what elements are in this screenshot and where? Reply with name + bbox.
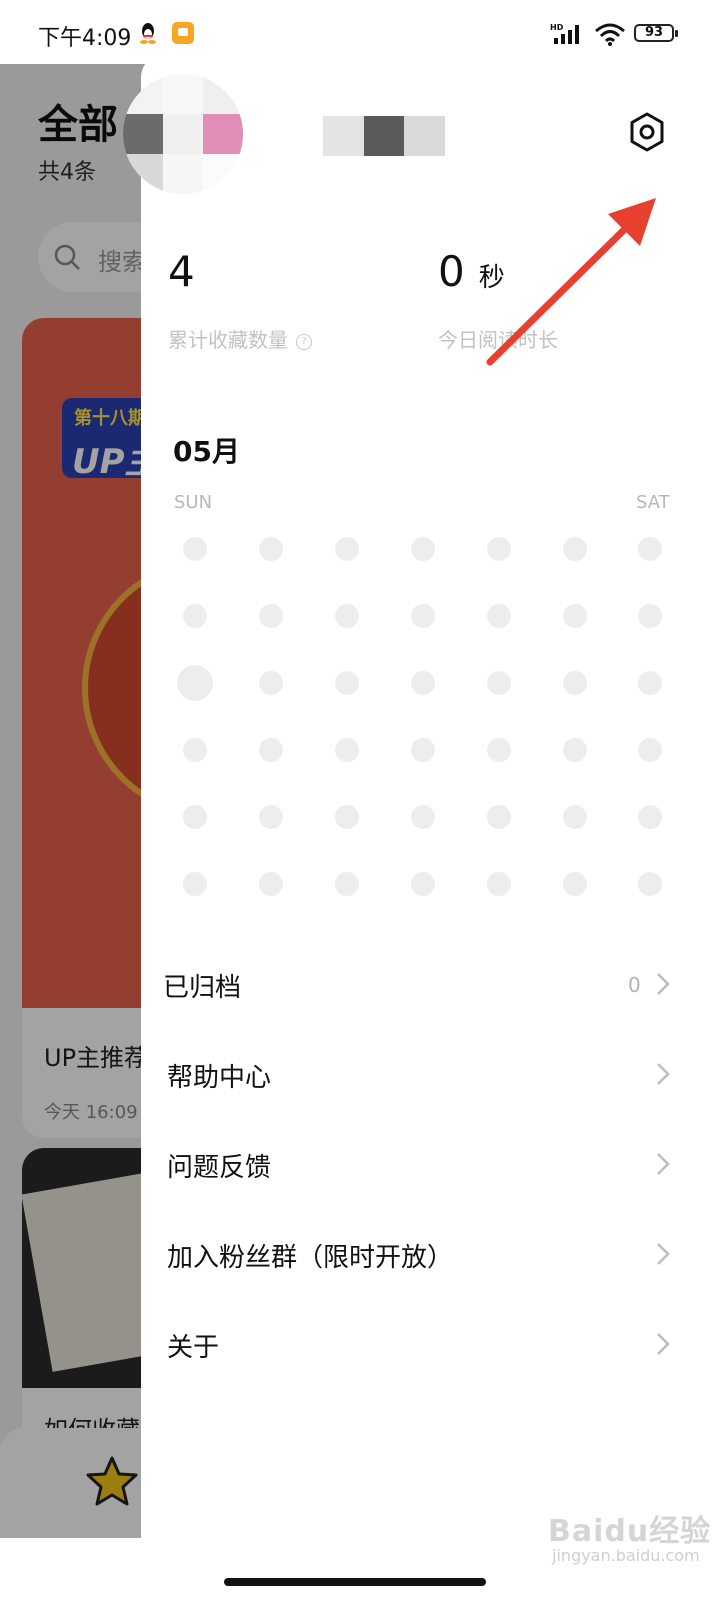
chevron-right-icon — [657, 973, 670, 995]
calendar-day[interactable] — [334, 805, 359, 829]
calendar-day[interactable] — [486, 738, 511, 762]
calendar-day[interactable] — [562, 537, 587, 561]
menu-item[interactable]: 已归档 0 — [141, 949, 720, 1019]
calendar-day[interactable] — [334, 872, 359, 896]
app-notification-icon — [172, 22, 194, 44]
calendar-day[interactable] — [410, 604, 435, 628]
calendar-day[interactable] — [562, 805, 587, 829]
menu-item[interactable]: 加入粉丝群（限时开放） — [141, 1219, 720, 1289]
calendar-day[interactable] — [258, 738, 283, 762]
stat-value: 0 — [438, 247, 465, 296]
chevron-right-icon — [657, 1333, 670, 1355]
calendar-day[interactable] — [258, 872, 283, 896]
menu-item-count: 0 — [628, 973, 641, 997]
calendar-day[interactable] — [258, 604, 283, 628]
calendar-day[interactable] — [258, 805, 283, 829]
calendar-day[interactable] — [410, 671, 435, 695]
calendar-last-day: SAT — [636, 492, 670, 513]
calendar-day[interactable] — [183, 738, 207, 762]
wifi-icon — [595, 23, 625, 46]
calendar-day[interactable] — [486, 671, 511, 695]
stat-value: 4 — [168, 247, 195, 296]
calendar-day[interactable] — [334, 537, 359, 561]
calendar-day[interactable] — [183, 537, 207, 561]
calendar-day[interactable] — [334, 604, 359, 628]
calendar-day[interactable] — [410, 805, 435, 829]
calendar-first-day: SUN — [174, 492, 213, 513]
calendar-day[interactable] — [410, 872, 435, 896]
calendar-day[interactable] — [562, 738, 587, 762]
annotation-arrow-icon — [486, 198, 656, 366]
home-indicator[interactable] — [224, 1578, 486, 1586]
calendar-day[interactable] — [486, 537, 511, 561]
chevron-right-icon — [657, 1243, 670, 1265]
calendar-day[interactable] — [183, 805, 207, 829]
menu-item[interactable]: 关于 — [141, 1309, 720, 1379]
menu-item[interactable]: 问题反馈 — [141, 1129, 720, 1199]
calendar-day[interactable] — [183, 872, 207, 896]
calendar-day[interactable] — [638, 537, 663, 561]
qq-icon — [140, 23, 156, 44]
chevron-right-icon — [657, 1153, 670, 1175]
calendar-day[interactable] — [638, 671, 663, 695]
svg-text:HD: HD — [550, 23, 564, 32]
menu-item-label: 帮助中心 — [167, 1063, 272, 1093]
calendar-day[interactable] — [638, 738, 663, 762]
stat-label: 累计收藏数量 — [168, 328, 288, 352]
menu-item[interactable]: 帮助中心 — [141, 1039, 720, 1109]
calendar-day[interactable] — [638, 805, 663, 829]
calendar-day[interactable] — [410, 537, 435, 561]
stat-favorites: 4 累计收藏数量? — [168, 250, 312, 353]
calendar-month: 05月 — [173, 435, 240, 468]
calendar-day[interactable] — [410, 738, 435, 762]
menu-item-label: 已归档 — [163, 973, 242, 1003]
hd-signal-icon: HD — [550, 23, 579, 44]
watermark: Baidu经验 jingyan.baidu.com — [548, 1500, 718, 1570]
chevron-right-icon — [657, 1063, 670, 1085]
calendar-day[interactable] — [486, 872, 511, 896]
calendar-day-today[interactable] — [177, 665, 213, 701]
settings-icon[interactable] — [625, 110, 669, 154]
menu-item-label: 关于 — [167, 1333, 220, 1363]
calendar-day[interactable] — [638, 872, 663, 896]
status-time: 下午4:09 — [38, 26, 132, 51]
calendar-day[interactable] — [334, 671, 359, 695]
calendar-day[interactable] — [562, 872, 587, 896]
calendar-day[interactable] — [183, 604, 207, 628]
avatar[interactable] — [123, 74, 243, 194]
battery-icon: 93 — [634, 24, 678, 42]
calendar-day[interactable] — [486, 604, 511, 628]
help-icon[interactable]: ? — [296, 333, 312, 350]
calendar-day[interactable] — [486, 805, 511, 829]
calendar-day[interactable] — [562, 671, 587, 695]
calendar-day[interactable] — [258, 537, 283, 561]
watermark-logo: Baidu经验 — [548, 1514, 712, 1549]
calendar-day[interactable] — [562, 604, 587, 628]
calendar-day[interactable] — [334, 738, 359, 762]
username — [323, 116, 446, 156]
calendar-day[interactable] — [638, 604, 663, 628]
menu-item-label: 问题反馈 — [167, 1153, 272, 1183]
watermark-url: jingyan.baidu.com — [552, 1546, 700, 1565]
menu-item-label: 加入粉丝群（限时开放） — [167, 1243, 454, 1273]
status-bar: 下午4:09 HD 93 — [0, 0, 720, 64]
calendar-day[interactable] — [258, 671, 283, 695]
